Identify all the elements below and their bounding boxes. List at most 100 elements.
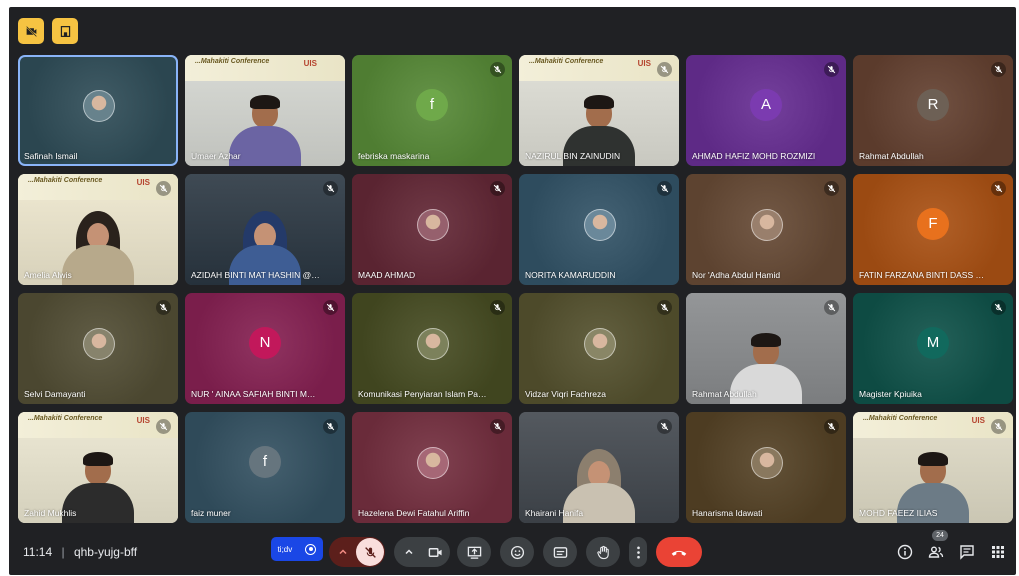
participant-name: Rahmat Abdullah	[859, 151, 924, 161]
participant-tile[interactable]: ...Mahakiti Conference UIS Umaer Azhar	[185, 55, 345, 166]
avatar	[751, 208, 783, 241]
apps-glyph	[992, 546, 1004, 558]
participant-tile[interactable]: Nor 'Adha Abdul Hamid	[686, 174, 846, 285]
mic-muted-icon	[991, 62, 1006, 77]
avatar: M	[917, 326, 949, 359]
mic-muted-icon	[824, 181, 839, 196]
raise-hand-glyph	[596, 545, 609, 559]
banner-logo: UIS	[303, 59, 317, 68]
people-icon[interactable]	[927, 543, 945, 561]
mic-muted-icon	[991, 181, 1006, 196]
mic-muted-icon	[824, 300, 839, 315]
emoji-icon[interactable]	[500, 537, 534, 567]
mic-muted-icon	[490, 300, 505, 315]
avatar: f	[416, 88, 448, 121]
participant-tile[interactable]: ...Mahakiti Conference UIS NAZIRUL BIN ZAI…	[519, 55, 679, 166]
participant-name: NUR ' AINAA SAFIAH BINTI MOHD F...	[191, 389, 321, 399]
mic-muted-icon	[824, 62, 839, 77]
building-glyph	[60, 25, 70, 37]
camera-icon[interactable]	[422, 545, 448, 560]
participant-name: Selvi Damayanti	[24, 389, 86, 399]
more-vert-icon[interactable]	[629, 537, 647, 567]
participant-tile[interactable]: Hanarisma Idawati	[686, 412, 846, 523]
emoji-glyph	[510, 545, 524, 559]
camera-options-chevron-up-icon[interactable]	[396, 546, 422, 558]
avatar: F	[917, 207, 949, 240]
participant-name: Hazelena Dewi Fatahul Ariffin	[358, 508, 470, 518]
participant-name: Nor 'Adha Abdul Hamid	[692, 270, 781, 280]
captions-icon[interactable]	[543, 537, 577, 567]
participant-name: FATIN FARZANA BINTI DASS MERAL	[859, 270, 989, 280]
separator: |	[61, 545, 65, 559]
participant-name: Safinah Ismail	[24, 151, 78, 161]
participant-name: Rahmat Abdullah	[692, 389, 757, 399]
participant-tile[interactable]: NORITA KAMARUDDIN	[519, 174, 679, 285]
mic-off-icon[interactable]	[356, 538, 384, 566]
mic-options-chevron-up-icon[interactable]	[330, 546, 356, 558]
mic-muted-icon	[323, 181, 338, 196]
participant-tile[interactable]: Hazelena Dewi Fatahul Ariffin	[352, 412, 512, 523]
avatar: N	[249, 326, 281, 359]
captions-glyph	[553, 546, 567, 558]
mic-muted-icon	[156, 300, 171, 315]
info-glyph	[897, 544, 913, 560]
avatar: R	[917, 88, 949, 121]
participant-tile[interactable]: ...Mahakiti Conference UIS Zahid Mukhlis	[18, 412, 178, 523]
mic-muted-icon	[323, 300, 338, 315]
banner-logo: UIS	[136, 416, 150, 425]
mic-muted-icon	[657, 300, 672, 315]
participant-name: MOHD FAEEZ ILIAS	[859, 508, 938, 518]
camera-off-icon[interactable]	[18, 18, 44, 44]
building-icon[interactable]	[52, 18, 78, 44]
apps-icon[interactable]	[989, 543, 1007, 561]
conference-banner: ...Mahakiti Conference UIS	[519, 55, 679, 81]
participant-tile[interactable]: ...Mahakiti Conference UIS MOHD FAEEZ ILIA…	[853, 412, 1013, 523]
banner-logo: UIS	[637, 59, 651, 68]
meet-window: Safinah Ismail ...Mahakiti Conference UIS U…	[9, 7, 1016, 575]
chat-icon[interactable]	[958, 543, 976, 561]
present-chip[interactable]: ti;dv	[271, 537, 323, 561]
participant-tile[interactable]: Rahmat Abdullah	[686, 293, 846, 404]
meeting-code[interactable]: qhb-yujg-bff	[74, 545, 137, 559]
avatar: A	[750, 88, 782, 121]
participant-tile[interactable]: Vidzar Viqri Fachreza	[519, 293, 679, 404]
participant-tile[interactable]: MAAD AHMAD	[352, 174, 512, 285]
mic-muted-icon	[657, 419, 672, 434]
avatar	[417, 327, 449, 360]
participant-tile[interactable]: M Magister Kpiuika	[853, 293, 1013, 404]
camera-control-group	[394, 537, 450, 567]
avatar	[584, 327, 616, 360]
conference-banner: ...Mahakiti Conference UIS	[853, 412, 1013, 438]
avatar	[751, 446, 783, 479]
info-icon[interactable]	[896, 543, 914, 561]
avatar	[417, 446, 449, 479]
participant-count-badge: 24	[932, 530, 948, 541]
participant-tile[interactable]: f febriska maskarina	[352, 55, 512, 166]
participant-tile[interactable]: Safinah Ismail	[18, 55, 178, 166]
banner-text: ...Mahakiti Conference	[28, 177, 103, 184]
participant-tile[interactable]: A AHMAD HAFIZ MOHD ROZMIZI	[686, 55, 846, 166]
participant-tile[interactable]: Komunikasi Penyiaran Islam Pascas...	[352, 293, 512, 404]
participant-tile[interactable]: R Rahmat Abdullah	[853, 55, 1013, 166]
meeting-time: 11:14	[23, 545, 53, 559]
participant-tile[interactable]: AZIDAH BINTI MAT HASHIN @ HAR...	[185, 174, 345, 285]
participant-name: Khairani Hanifa	[525, 508, 584, 518]
participant-tile[interactable]: F FATIN FARZANA BINTI DASS MERAL	[853, 174, 1013, 285]
participant-tile[interactable]: Khairani Hanifa	[519, 412, 679, 523]
people-glyph	[928, 546, 944, 558]
record-dot-icon	[305, 543, 317, 555]
more-glyph	[636, 546, 640, 558]
participant-name: Vidzar Viqri Fachreza	[525, 389, 606, 399]
participant-tile[interactable]: Selvi Damayanti	[18, 293, 178, 404]
participant-name: MAAD AHMAD	[358, 270, 416, 280]
mic-muted-icon	[490, 419, 505, 434]
present-screen-icon[interactable]	[457, 537, 491, 567]
participant-tile[interactable]: f faiz muner	[185, 412, 345, 523]
present-glyph	[467, 546, 481, 559]
end-call-button[interactable]	[656, 537, 702, 567]
participant-tile[interactable]: ...Mahakiti Conference UIS Amelia Alwis	[18, 174, 178, 285]
participant-name: faiz muner	[191, 508, 231, 518]
participant-tile[interactable]: N NUR ' AINAA SAFIAH BINTI MOHD F...	[185, 293, 345, 404]
avatar	[83, 327, 115, 360]
raise-hand-icon[interactable]	[586, 537, 620, 567]
